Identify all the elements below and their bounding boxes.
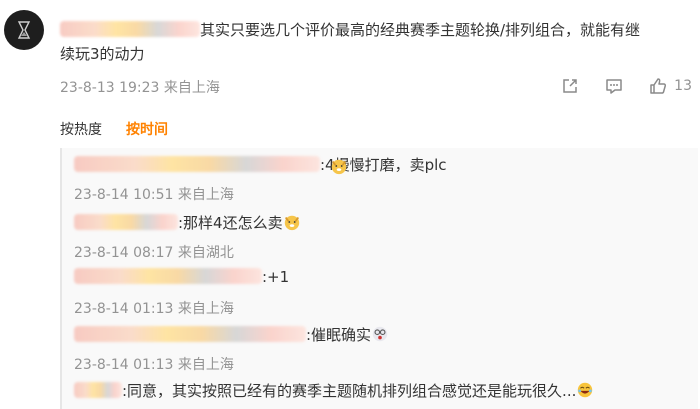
- reply-item: :催眠确实: [74, 324, 389, 345]
- blurred-username[interactable]: [74, 214, 178, 230]
- comment-text-line1: 其实只要选几个评价最高的经典赛季主题轮换/排列组合，就能有继: [200, 21, 641, 39]
- blurred-username[interactable]: [74, 382, 122, 398]
- comment-button[interactable]: [604, 76, 624, 96]
- comment-text-line2: 续玩3的动力: [60, 45, 145, 63]
- laugh-emoji-icon: [578, 382, 593, 398]
- like-icon: [650, 78, 667, 94]
- comment-icon: [606, 79, 622, 94]
- reply-item: :+1: [74, 268, 289, 286]
- comment-text: 其实只要选几个评价最高的经典赛季主题轮换/排列组合，就能有继 续玩3的动力: [60, 18, 692, 66]
- reply-time: 23-8-14 01:13: [74, 357, 174, 373]
- share-button[interactable]: [560, 76, 580, 96]
- reply-text: :那样4还怎么卖: [178, 214, 283, 232]
- tab-sort-time[interactable]: 按时间: [126, 119, 168, 139]
- reply-item: :那样4还怎么卖: [74, 212, 301, 233]
- reply-location: 来自上海: [177, 301, 234, 317]
- reply-time: 23-8-14 10:51: [74, 187, 174, 203]
- reply-meta: 23-8-14 01:13 来自上海: [74, 354, 234, 374]
- dizzy-emoji-icon: [372, 326, 388, 342]
- reply-item: :4慢慢打磨，卖plc: [74, 154, 447, 175]
- like-button[interactable]: 13: [648, 76, 692, 96]
- reply-location: 来自湖北: [177, 245, 234, 261]
- avatar[interactable]: [4, 10, 44, 50]
- reply-list: :4慢慢打磨，卖plc 23-8-14 10:51 来自上海 :那样4还怎么卖 …: [60, 148, 698, 409]
- dog-emoji-icon: [331, 159, 347, 175]
- dog-emoji-icon: [284, 215, 299, 231]
- tab-sort-hot[interactable]: 按热度: [60, 119, 102, 139]
- reply-meta: 23-8-14 08:17 来自湖北: [74, 242, 234, 262]
- reply-time: 23-8-14 08:17: [74, 245, 174, 261]
- reply-text: :同意，其实按照已经有的赛季主题随机排列组合感觉还是能玩很久...: [122, 382, 577, 400]
- comment-time: 23-8-13 19:23: [60, 80, 160, 96]
- comment-actions: 13: [536, 76, 692, 96]
- reply-location: 来自上海: [177, 357, 234, 373]
- comment-location: 来自上海: [163, 80, 220, 96]
- hourglass-icon: [17, 21, 31, 39]
- reply-meta: 23-8-14 01:13 来自上海: [74, 298, 234, 318]
- reply-meta: 23-8-14 10:51 来自上海: [74, 184, 234, 204]
- blurred-username[interactable]: [60, 21, 200, 37]
- blurred-username[interactable]: [74, 326, 306, 342]
- reply-item: :同意，其实按照已经有的赛季主题随机排列组合感觉还是能玩很久...: [74, 380, 594, 401]
- blurred-username[interactable]: [74, 268, 262, 284]
- like-count: 13: [674, 78, 692, 94]
- share-icon: [563, 79, 577, 93]
- comment-meta: 23-8-13 19:23 来自上海: [60, 77, 220, 97]
- reply-text: :催眠确实: [306, 326, 372, 344]
- sort-tabs: 按热度 按时间: [60, 119, 192, 139]
- reply-location: 来自上海: [177, 187, 234, 203]
- reply-time: 23-8-14 01:13: [74, 301, 174, 317]
- reply-text: :+1: [262, 268, 290, 286]
- blurred-username[interactable]: [74, 156, 320, 172]
